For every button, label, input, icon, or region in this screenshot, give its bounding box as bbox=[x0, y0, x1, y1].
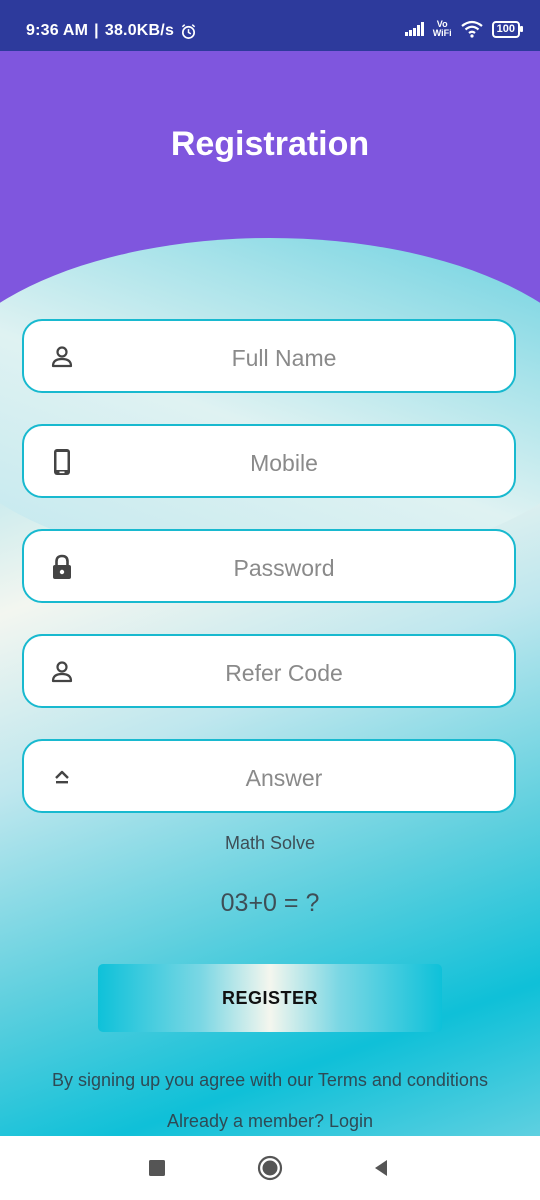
vowifi-indicator: Vo WiFi bbox=[433, 20, 452, 38]
password-field[interactable] bbox=[22, 529, 516, 603]
terms-text[interactable]: By signing up you agree with our Terms a… bbox=[0, 1070, 540, 1091]
wifi-icon bbox=[460, 20, 483, 38]
curved-background bbox=[0, 238, 540, 568]
status-bar: 9:36 AM | 38.0KB/s Vo WiFi 100 bbox=[0, 0, 540, 51]
alarm-icon bbox=[181, 23, 196, 39]
password-input[interactable] bbox=[84, 549, 484, 587]
status-left: 9:36 AM | 38.0KB/s bbox=[26, 22, 197, 40]
home-icon bbox=[257, 1155, 283, 1181]
battery-indicator: 100 bbox=[491, 20, 524, 38]
refer-code-input[interactable] bbox=[84, 654, 484, 692]
lock-icon bbox=[53, 554, 71, 579]
register-button[interactable]: REGISTER bbox=[98, 964, 442, 1032]
recents-button[interactable] bbox=[143, 1154, 171, 1182]
math-solve-label: Math Solve bbox=[224, 833, 316, 853]
refer-code-field[interactable] bbox=[22, 634, 516, 708]
math-question: 03+0 = ? bbox=[220, 889, 320, 917]
answer-input[interactable] bbox=[84, 759, 484, 797]
phone-icon bbox=[54, 449, 70, 475]
mobile-field[interactable] bbox=[22, 424, 516, 498]
status-time: 9:36 AM bbox=[26, 22, 89, 39]
page-title: Registration bbox=[170, 125, 370, 163]
person-icon bbox=[51, 661, 73, 683]
home-button[interactable] bbox=[256, 1154, 284, 1182]
eject-icon bbox=[55, 770, 69, 784]
registration-screen: Registration Full Name Mobile Refer Code… bbox=[0, 51, 540, 1136]
navigation-bar bbox=[0, 1136, 540, 1200]
full-name-field[interactable] bbox=[22, 319, 516, 393]
status-right: Vo WiFi 100 bbox=[404, 20, 524, 38]
status-separator: | bbox=[94, 22, 99, 39]
vowifi-line2: WiFi bbox=[432, 28, 452, 38]
person-icon bbox=[51, 346, 73, 368]
recents-icon bbox=[149, 1160, 165, 1176]
signal-icon bbox=[404, 22, 424, 36]
login-link[interactable]: Already a member? Login bbox=[0, 1111, 540, 1132]
back-icon bbox=[375, 1160, 387, 1176]
status-network-speed: 38.0KB/s bbox=[104, 22, 175, 39]
full-name-input[interactable] bbox=[84, 339, 484, 377]
answer-field[interactable] bbox=[22, 739, 516, 813]
mobile-input[interactable] bbox=[84, 444, 484, 482]
back-button[interactable] bbox=[367, 1154, 395, 1182]
